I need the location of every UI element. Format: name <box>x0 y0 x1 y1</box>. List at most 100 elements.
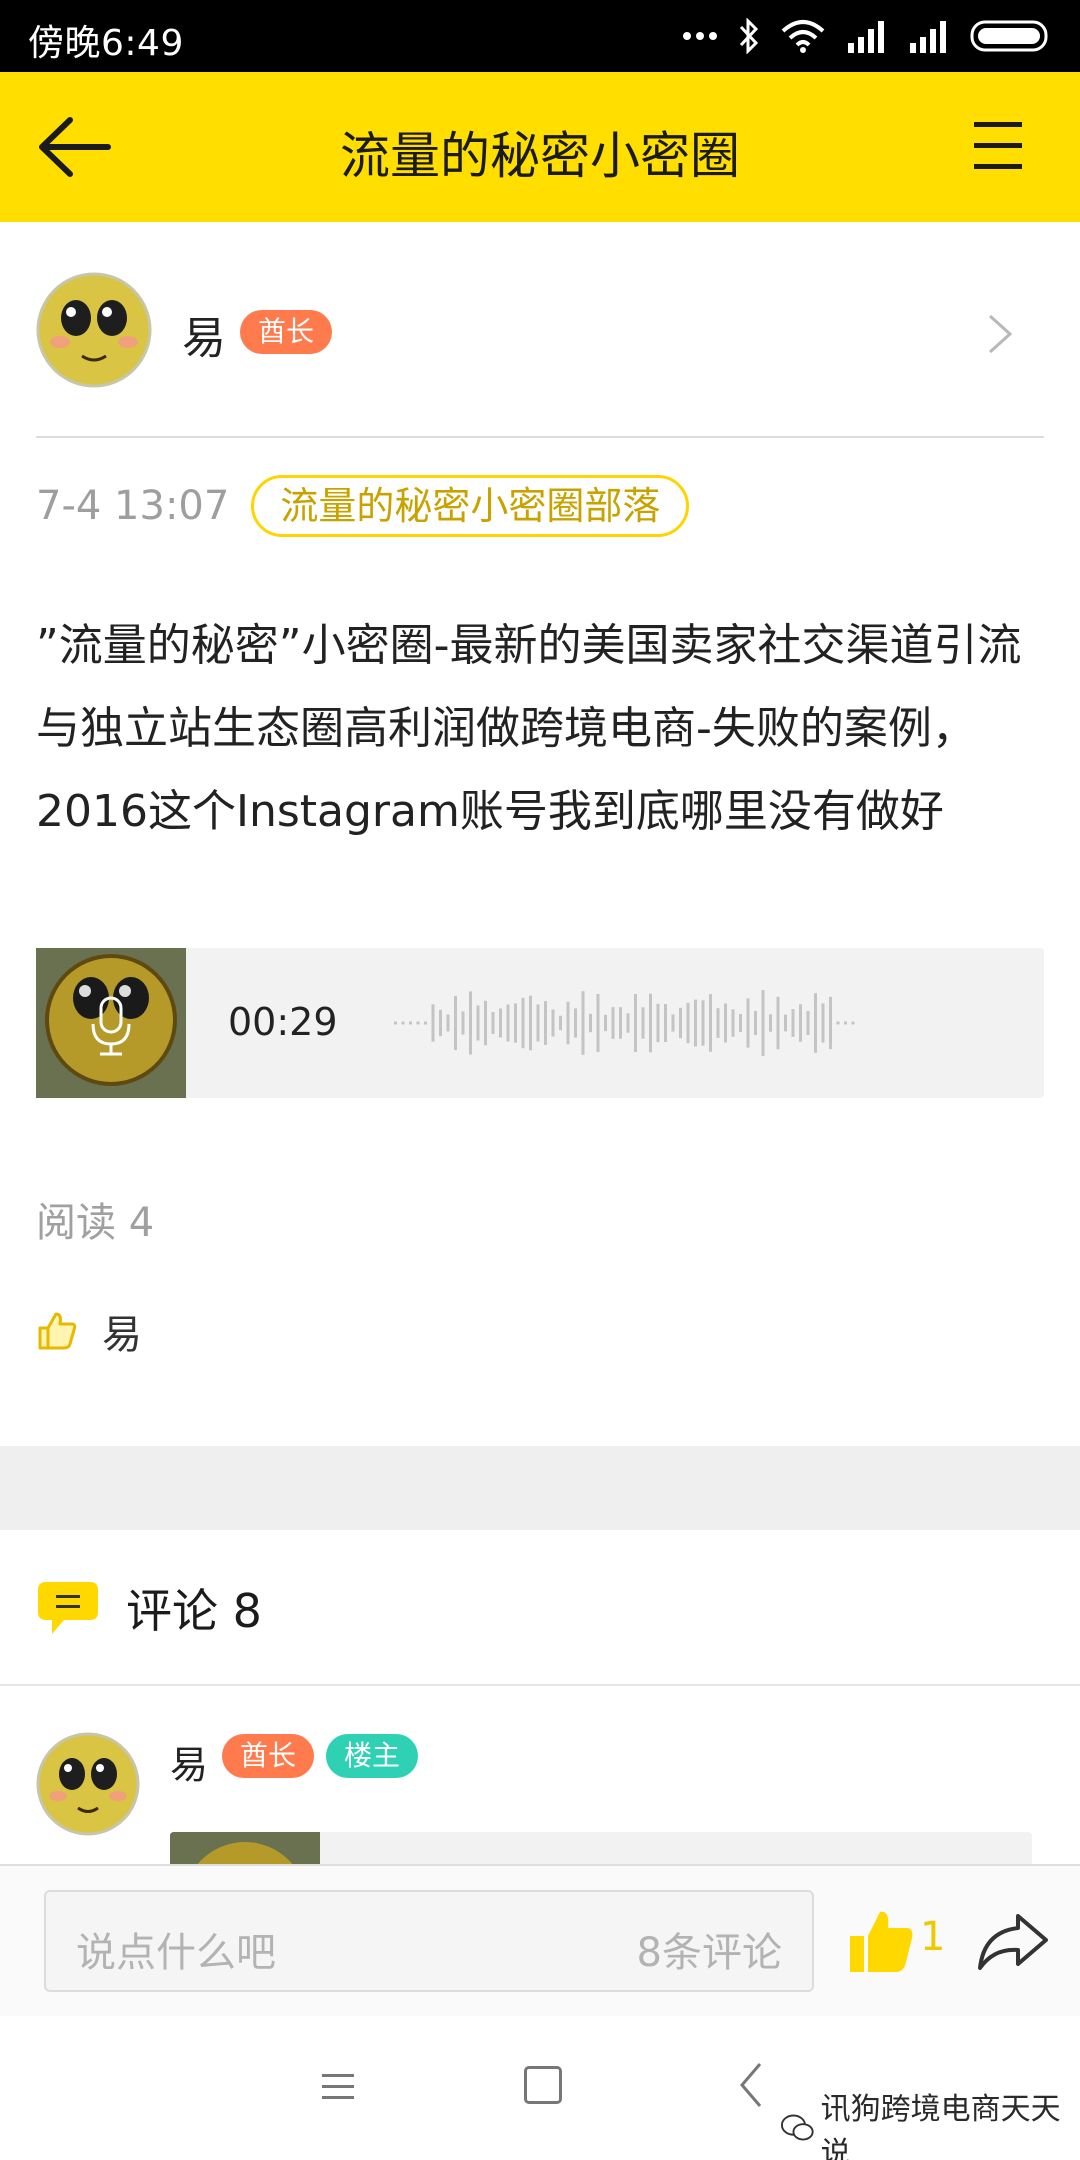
audio-thumbnail[interactable] <box>36 948 186 1098</box>
comment-author-name[interactable]: 易 <box>170 1734 208 1789</box>
liker-name[interactable]: 易 <box>102 1302 142 1360</box>
battery-icon <box>970 20 1048 52</box>
waveform-bar <box>731 1009 735 1037</box>
author-row[interactable]: 易 酋长 <box>0 222 1080 438</box>
waveform-bar <box>551 1009 555 1037</box>
waveform-bar <box>574 1008 577 1038</box>
status-time: 傍晚6:49 <box>28 23 184 64</box>
waveform-bar <box>566 1001 570 1045</box>
waveform-bar <box>701 1000 705 1046</box>
waveform-bar <box>686 1002 690 1044</box>
waveform-bar <box>649 993 652 1053</box>
menu-lines-icon[interactable] <box>318 2066 358 2106</box>
tribe-tag[interactable]: 流量的秘密小密圈部落 <box>251 475 690 537</box>
waveform-bar <box>499 1008 502 1038</box>
microphone-icon <box>91 996 131 1056</box>
waveform-bar <box>484 1000 487 1046</box>
wechat-icon <box>780 2114 814 2141</box>
waveform-bar <box>769 1014 772 1032</box>
waveform-bar <box>611 1007 615 1039</box>
waveform-bar <box>409 1021 412 1025</box>
comment-badges: 酋长 楼主 <box>222 1734 419 1778</box>
waveform-bar <box>439 1009 442 1037</box>
divider <box>36 436 1044 438</box>
waveform-bar <box>476 1005 480 1041</box>
status-bar: 傍晚6:49 <box>0 0 1080 72</box>
menu-button[interactable] <box>972 116 1024 176</box>
waveform-bar <box>416 1021 420 1025</box>
waveform-bar <box>679 1007 682 1039</box>
signal-icon <box>848 21 884 53</box>
chevron-right-icon[interactable] <box>986 312 1014 356</box>
waveform-bar <box>671 1014 675 1032</box>
post-body: ”流量的秘密”小密圈-最新的美国卖家社交渠道引流与独立站生态圈高利润做跨境电商-… <box>36 620 1022 837</box>
waveform-bar <box>431 1004 435 1042</box>
owner-badge: 楼主 <box>326 1734 419 1778</box>
post-meta: 7-4 13:07 流量的秘密小密圈部落 <box>36 474 690 538</box>
audio-waveform <box>394 990 855 1056</box>
waveform-bar <box>664 1004 667 1042</box>
waveform-bar <box>454 995 457 1051</box>
thumbs-up-outline-icon[interactable] <box>36 1310 78 1352</box>
waveform-bar <box>529 995 532 1051</box>
waveform-bar <box>491 1012 495 1034</box>
waveform-bar <box>716 1008 720 1038</box>
waveform-bar <box>469 991 472 1055</box>
waveform-bar <box>536 1004 540 1042</box>
waveform-bar <box>461 1011 465 1035</box>
comment-bubble-icon <box>38 1582 98 1634</box>
chief-badge: 酋长 <box>222 1734 315 1778</box>
waveform-bar <box>446 1014 450 1032</box>
share-arrow-icon[interactable] <box>976 1910 1050 1974</box>
waveform-bar <box>634 993 637 1053</box>
more-dots-icon <box>683 32 717 40</box>
waveform-bar <box>836 1021 840 1025</box>
waveform-bar <box>514 1003 517 1043</box>
waveform-bar <box>754 1010 757 1036</box>
author-avatar[interactable] <box>36 272 152 388</box>
waveform-bar <box>626 1013 630 1033</box>
waveform-bar <box>844 1021 847 1025</box>
comment-count: 8条评论 <box>636 1930 782 1976</box>
watermark-text: 讯狗跨境电商天天说 <box>820 2092 1061 2160</box>
audio-player[interactable]: 00:29 <box>36 948 1044 1098</box>
home-square-icon[interactable] <box>524 2066 562 2104</box>
back-chevron-icon[interactable] <box>736 2060 766 2110</box>
comments-header: 评论 8 <box>36 1572 262 1644</box>
app-bar: 流量的秘密小密圈 <box>0 72 1080 222</box>
comment-input-placeholder: 说点什么吧 <box>76 1930 276 1976</box>
waveform-bar <box>506 1004 510 1042</box>
back-button[interactable] <box>34 114 114 180</box>
waveform-bar <box>589 1013 592 1033</box>
waveform-bar <box>559 1015 562 1031</box>
comment-input-bar: 说点什么吧 8条评论 1 <box>0 1864 1080 2016</box>
waveform-bar <box>761 990 765 1056</box>
comments-title: 评论 8 <box>126 1584 262 1638</box>
waveform-bar <box>806 1010 810 1036</box>
system-nav-bar: 讯狗跨境电商天天说 <box>0 2016 1080 2160</box>
divider <box>0 1684 1080 1686</box>
waveform-bar <box>619 1007 622 1039</box>
waveform-bar <box>829 996 832 1050</box>
status-icons <box>682 16 1052 56</box>
likes-row: 易 <box>36 1306 142 1358</box>
author-name[interactable]: 易 <box>182 302 226 366</box>
like-count: 1 <box>920 1914 946 1960</box>
watermark: 讯狗跨境电商天天说 <box>780 2084 1080 2160</box>
waveform-bar <box>746 998 750 1048</box>
waveform-bar <box>394 1021 397 1025</box>
section-separator <box>0 1446 1080 1530</box>
comment-input[interactable]: 说点什么吧 8条评论 <box>44 1890 814 1992</box>
comment-avatar[interactable] <box>36 1732 140 1836</box>
waveform-bar <box>709 994 712 1052</box>
chief-badge: 酋长 <box>240 310 333 354</box>
waveform-bar <box>776 996 780 1050</box>
waveform-bar <box>581 991 585 1055</box>
waveform-bar <box>784 1014 787 1032</box>
audio-duration: 00:29 <box>228 1000 338 1044</box>
waveform-bar <box>739 1014 742 1032</box>
waveform-bar <box>641 1007 645 1039</box>
thumbs-up-filled-icon[interactable] <box>846 1906 916 1976</box>
waveform-bar <box>821 1003 825 1043</box>
waveform-bar <box>791 1009 795 1037</box>
